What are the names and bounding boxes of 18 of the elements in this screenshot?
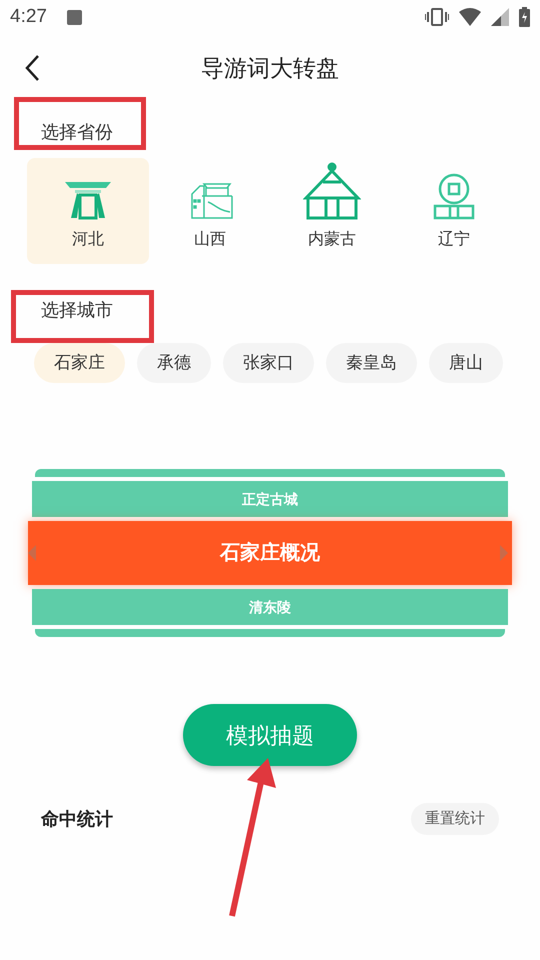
city-chip[interactable]: 秦皇岛 <box>326 343 417 383</box>
province-tab[interactable]: 河北 <box>27 158 149 264</box>
wheel-item: 石家庄概况 <box>28 521 512 585</box>
stats-title: 命中统计 <box>41 808 113 830</box>
city-chip[interactable]: 承德 <box>137 343 211 383</box>
province-tab[interactable]: 山西 <box>149 158 271 264</box>
status-time: 4:27 <box>10 4 47 29</box>
page-title: 导游词大转盘 <box>201 54 339 83</box>
wheel-item: 正定古城 <box>32 481 508 517</box>
city-chip[interactable]: 石家庄 <box>34 343 125 383</box>
wheel-item: 清东陵 <box>32 589 508 625</box>
city-chip[interactable]: 唐山 <box>429 343 503 383</box>
city-chip[interactable]: 张家口 <box>223 343 314 383</box>
section-label: 选择省份 <box>41 121 114 144</box>
section-label: 选择城市 <box>41 299 114 322</box>
reset-button[interactable]: 重置统计 <box>411 803 499 835</box>
province-tab[interactable]: 内蒙古 <box>271 158 393 264</box>
province-tab[interactable]: 辽宁 <box>393 158 515 264</box>
